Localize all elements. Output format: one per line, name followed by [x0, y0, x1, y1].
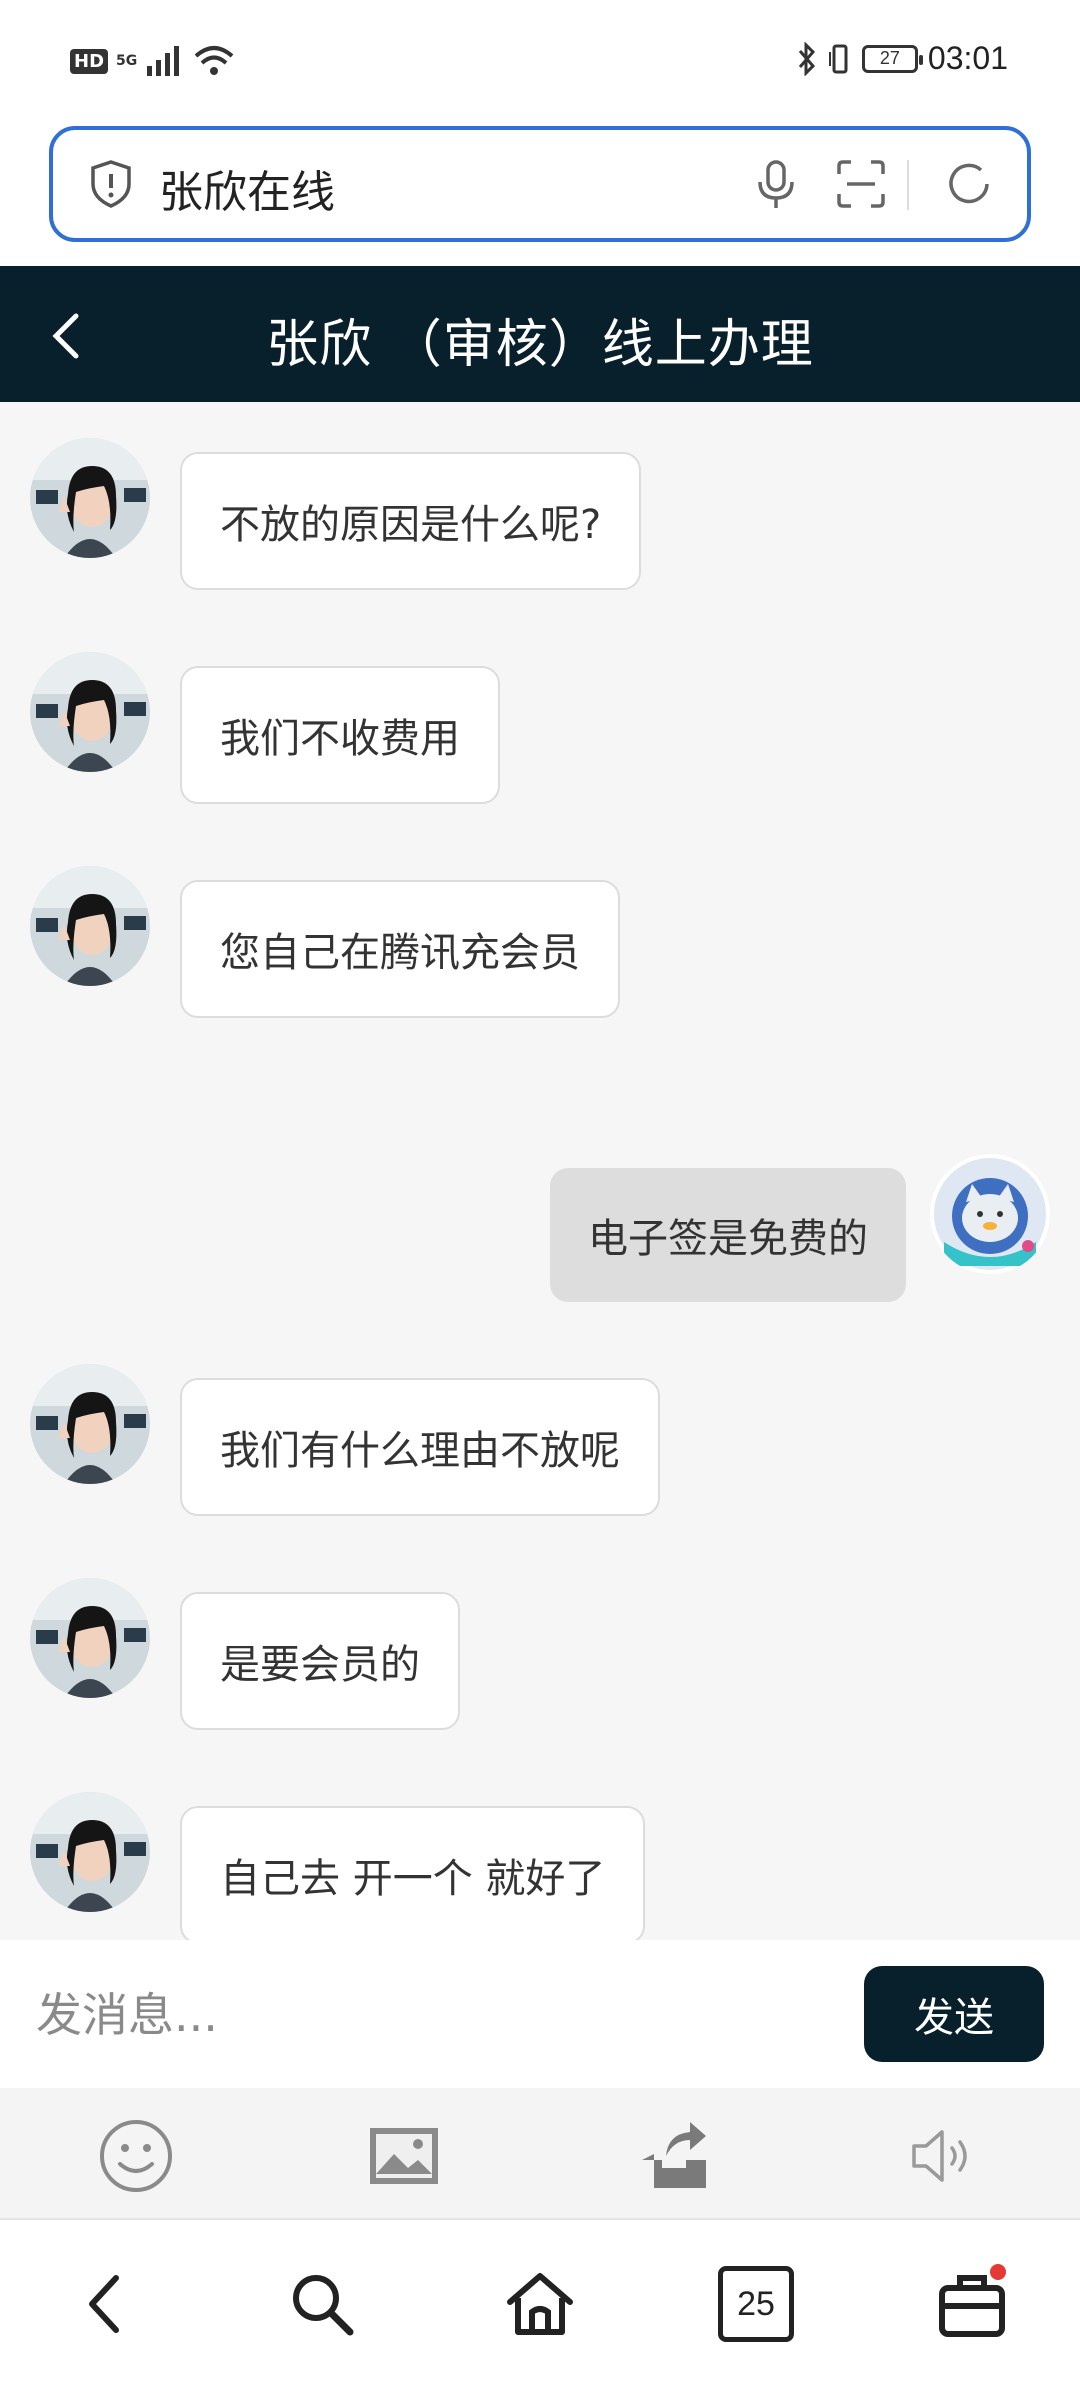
tabs-button[interactable]: 25 — [718, 2266, 794, 2342]
share-icon[interactable] — [634, 2116, 714, 2196]
composer: 发送 — [0, 1940, 1080, 2088]
message-bubble[interactable]: 我们有什么理由不放呢 — [180, 1378, 660, 1516]
battery-level: 27 — [879, 48, 900, 68]
chat-toolbar — [0, 2088, 1080, 2220]
chat-header: 张欣 （审核）线上办理 — [0, 266, 1080, 402]
address-bar[interactable]: 张欣在线 — [49, 126, 1031, 242]
browser-toolbar: 张欣在线 — [0, 120, 1080, 266]
toolbar-divider — [907, 160, 909, 210]
message-list[interactable]: 不放的原因是什么呢? 我们不收费用 您自己在腾讯充会员 电子签是免费的 我们有什… — [0, 402, 1080, 1940]
agent-avatar[interactable] — [30, 1792, 150, 1912]
search-icon[interactable] — [284, 2266, 360, 2342]
status-bar: HD 5G 27 03:01 — [0, 0, 1080, 120]
message-bubble[interactable]: 不放的原因是什么呢? — [180, 452, 642, 590]
message-text: 不放的原因是什么呢? — [220, 502, 602, 548]
agent-avatar[interactable] — [30, 1364, 150, 1484]
battery-icon: 27 — [861, 44, 923, 73]
message-bubble[interactable]: 您自己在腾讯充会员 — [180, 880, 620, 1018]
vibrate-icon — [828, 44, 848, 73]
refresh-icon[interactable] — [941, 156, 997, 212]
wifi-icon — [194, 46, 234, 75]
send-button[interactable]: 发送 — [864, 1966, 1044, 2062]
message-text: 您自己在腾讯充会员 — [220, 930, 580, 976]
address-text[interactable]: 张欣在线 — [159, 156, 335, 220]
message-bubble[interactable]: 自己去 开一个 就好了 — [180, 1806, 646, 1940]
shield-icon[interactable] — [83, 156, 139, 212]
message-bubble[interactable]: 是要会员的 — [180, 1592, 460, 1730]
bluetooth-icon — [798, 41, 815, 76]
tabs-count: 25 — [737, 2284, 775, 2323]
message-text: 我们有什么理由不放呢 — [220, 1428, 620, 1474]
agent-avatar[interactable] — [30, 438, 150, 558]
agent-avatar[interactable] — [30, 1578, 150, 1698]
message-text: 是要会员的 — [220, 1642, 420, 1688]
message-text: 自己去 开一个 就好了 — [220, 1856, 606, 1902]
message-text: 我们不收费用 — [220, 716, 460, 762]
browser-nav-bar: 25 — [0, 2220, 1080, 2388]
message-bubble[interactable]: 我们不收费用 — [180, 666, 500, 804]
message-text: 电子签是免费的 — [588, 1216, 868, 1262]
hd-badge: HD — [70, 48, 109, 74]
user-avatar[interactable] — [930, 1154, 1050, 1274]
message-bubble-self[interactable]: 电子签是免费的 — [550, 1168, 906, 1302]
image-icon[interactable] — [364, 2116, 444, 2196]
message-input[interactable] — [36, 1980, 816, 2050]
page-title: 张欣 （审核）线上办理 — [266, 315, 814, 375]
network-type: 5G — [116, 53, 138, 69]
emoji-icon[interactable] — [96, 2116, 176, 2196]
scan-icon[interactable] — [833, 156, 889, 212]
microphone-icon[interactable] — [748, 156, 804, 212]
agent-avatar[interactable] — [30, 866, 150, 986]
speaker-icon[interactable] — [904, 2116, 984, 2196]
nav-back-icon[interactable] — [68, 2266, 144, 2342]
notification-dot — [990, 2264, 1006, 2280]
signal-icon — [147, 46, 180, 76]
clock: 03:01 — [927, 40, 1008, 76]
home-icon[interactable] — [502, 2266, 578, 2342]
agent-avatar[interactable] — [30, 652, 150, 772]
